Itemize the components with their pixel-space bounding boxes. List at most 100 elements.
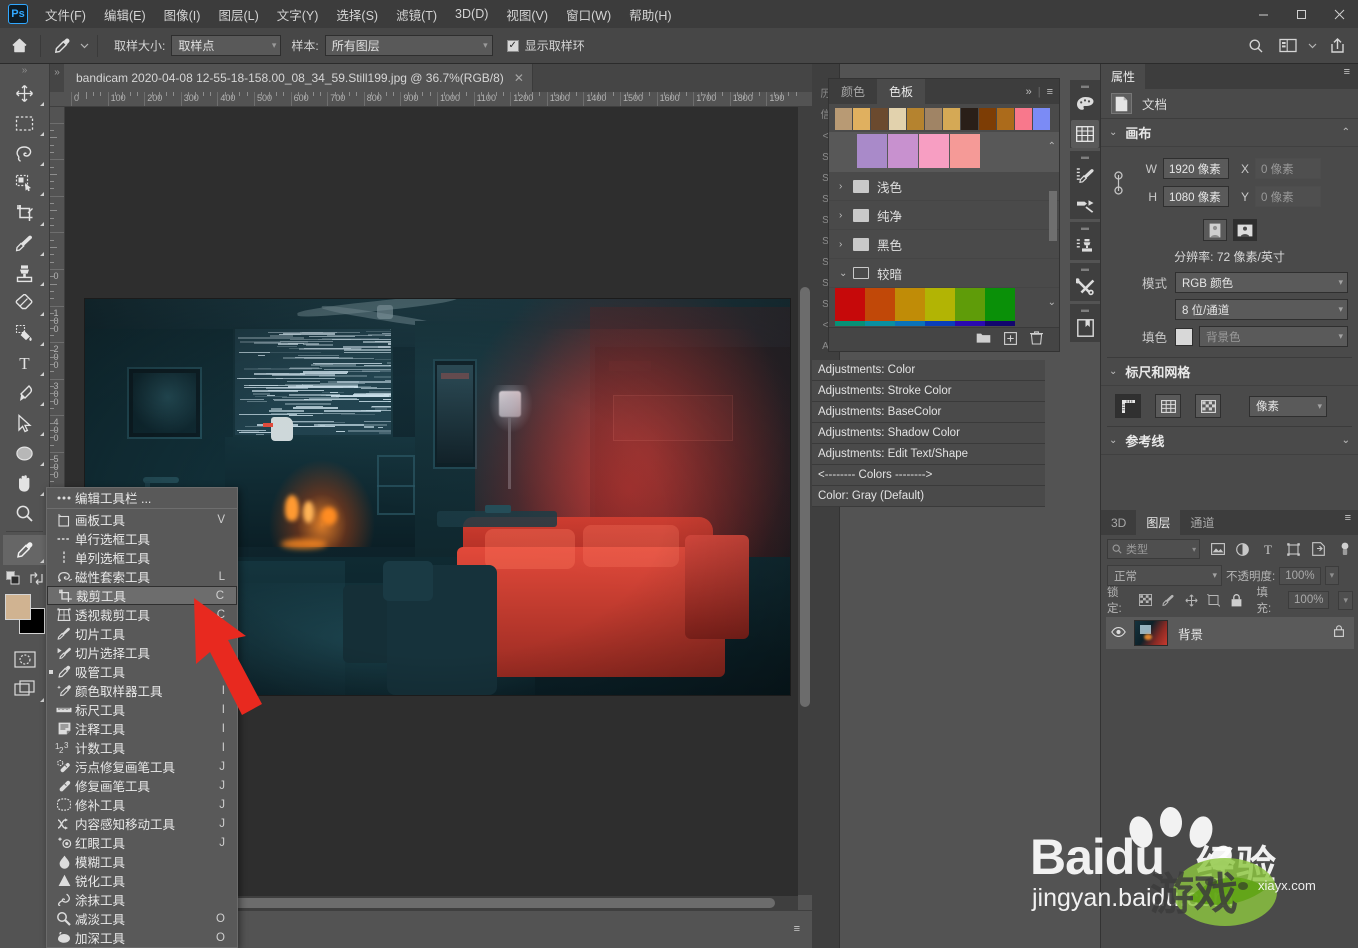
swatch-chip[interactable] [895,321,925,326]
swatch-group-pure[interactable]: › 纯净 [829,201,1059,230]
share-icon[interactable] [1322,31,1352,61]
scroll-down-icon[interactable]: ⌄ [1342,435,1350,446]
guides-section-header[interactable]: ⌄ 参考线 ⌄ [1101,427,1358,455]
delete-icon[interactable] [1030,331,1043,348]
scroll-down-icon[interactable]: ⌄ [1048,297,1056,308]
flyout-item-blur-icon[interactable]: 模糊工具 [47,852,237,871]
opacity-value[interactable]: 100% [1279,567,1320,585]
rail-grip[interactable]: ▬ [1070,224,1100,232]
flyout-item-spot-healing-brush-icon[interactable]: 污点修复画笔工具 J [47,757,237,776]
fill-color-swatch[interactable] [1175,328,1193,346]
tool-preset-chevron-icon[interactable] [77,31,91,61]
swatch-chip[interactable] [895,288,925,321]
swatch-chip[interactable] [853,108,870,130]
lock-all-icon[interactable] [1230,594,1244,607]
swatch-chip[interactable] [979,108,996,130]
menu-filter[interactable]: 滤镜(T) [387,1,446,28]
swatch-group-darker[interactable]: ⌄ 较暗 [829,259,1059,288]
tab-swatches[interactable]: 色板 [877,79,925,104]
swatch-chip[interactable] [888,134,918,168]
scroll-up-icon[interactable]: ⌃ [1342,127,1350,138]
swatch-chip[interactable] [865,288,895,321]
tab-properties[interactable]: 属性 [1101,64,1145,89]
lock-image-icon[interactable] [1161,594,1175,607]
lock-position-icon[interactable] [1184,594,1198,607]
list-item[interactable]: Adjustments: Edit Text/Shape [812,444,1045,465]
darker-swatch-row-1[interactable] [829,288,1059,321]
status-menu-icon[interactable]: ≡ [794,927,800,931]
horizontal-ruler[interactable]: 0 100 200 300 400 500 600 700 800 900 1000 1100 1200… [50,92,812,107]
blend-mode-select[interactable]: 正常 ▾ [1107,565,1222,586]
show-sampling-ring-checkbox[interactable]: ✓ 显示取样环 [507,37,585,54]
fill-value[interactable]: 100% [1288,591,1329,609]
recent-swatches-row-2[interactable] [829,132,1059,172]
menu-file[interactable]: 文件(F) [36,1,95,28]
height-input[interactable]: 1080 像素 [1163,186,1229,207]
ellipse-shape-tool[interactable] [3,438,47,468]
swatch-chip[interactable] [961,108,978,130]
left-dock-collapse-icon[interactable]: » [50,64,64,92]
swatch-chip[interactable] [950,134,980,168]
close-icon[interactable]: ✕ [514,71,524,85]
fill-stepper-icon[interactable]: ▾ [1338,591,1353,610]
brushes-icon[interactable] [1071,191,1099,219]
list-item[interactable]: <-------- Colors --------> [812,465,1045,486]
menu-type[interactable]: 文字(Y) [268,1,328,28]
swatch-chip[interactable] [925,288,955,321]
flyout-item-content-aware-move-icon[interactable]: 内容感知移动工具 J [47,814,237,833]
panel-menu-icon[interactable]: ≡ [1047,86,1053,98]
swatch-chip[interactable] [857,134,887,168]
fill-select[interactable]: 背景色 ▾ [1199,326,1348,347]
flyout-item-artboard-icon[interactable]: 画板工具 V [47,510,237,529]
vertical-scrollbar-thumb[interactable] [800,287,810,707]
document-tab[interactable]: bandicam 2020-04-08 12-55-18-158.00_08_3… [64,64,533,92]
flyout-item-single-column-marquee-icon[interactable]: 单列选框工具 [47,548,237,567]
chevron-down-icon-3[interactable] [1305,31,1320,61]
tab-channels[interactable]: 通道 [1180,510,1224,535]
scroll-up-icon[interactable]: ⌃ [1048,141,1056,152]
menu-3d[interactable]: 3D(D) [446,3,497,25]
swatch-chip[interactable] [1015,108,1032,130]
swatch-chip[interactable] [835,321,865,326]
bit-depth-select[interactable]: 8 位/通道 ▾ [1175,299,1348,320]
menu-window[interactable]: 窗口(W) [557,1,620,28]
width-input[interactable]: 1920 像素 [1163,158,1229,179]
darker-swatch-row-2[interactable] [829,321,1059,326]
quick-mask-icon[interactable] [3,644,47,674]
tab-3d[interactable]: 3D [1101,510,1136,535]
tab-color[interactable]: 颜色 [829,79,877,104]
rectangular-marquee-tool[interactable] [3,108,47,138]
flyout-item-single-row-marquee-icon[interactable]: 单行选框工具 [47,529,237,548]
move-tool[interactable] [3,78,47,108]
type-filter-icon[interactable]: T [1260,543,1275,556]
swatch-chip[interactable] [1033,108,1050,130]
swatch-group-light[interactable]: › 浅色 [829,172,1059,201]
list-item[interactable]: Adjustments: Color [812,360,1045,381]
portrait-icon[interactable] [1203,219,1227,241]
list-item[interactable]: Adjustments: BaseColor [812,402,1045,423]
rail-grip[interactable]: ▬ [1070,153,1100,161]
flyout-item-burn-icon[interactable]: 加深工具 O [47,928,237,947]
shape-filter-icon[interactable] [1286,543,1301,556]
layers-panel-menu-icon[interactable]: ≡ [1345,516,1351,520]
flyout-item-healing-brush-icon[interactable]: 修复画笔工具 J [47,776,237,795]
rail-grip[interactable]: ▬ [1070,306,1100,314]
flyout-item-smudge-icon[interactable]: 涂抹工具 [47,890,237,909]
brush-settings-icon[interactable] [1071,161,1099,189]
swatch-chip[interactable] [985,288,1015,321]
screen-mode-icon[interactable] [3,674,47,704]
menu-edit[interactable]: 编辑(E) [95,1,155,28]
brush-tool[interactable] [3,228,47,258]
menu-view[interactable]: 视图(V) [497,1,557,28]
swatch-chip[interactable] [871,108,888,130]
menu-layer[interactable]: 图层(L) [209,1,267,28]
smart-object-filter-icon[interactable] [1311,542,1326,556]
clone-stamp-tool[interactable] [3,258,47,288]
toolbar-grip[interactable]: » [0,64,49,78]
maximize-button[interactable] [1282,0,1320,28]
flyout-item-patch-icon[interactable]: 修补工具 J [47,795,237,814]
zoom-tool[interactable] [3,498,47,528]
color-mode-select[interactable]: RGB 颜色 ▾ [1175,272,1348,293]
swatch-chip[interactable] [865,321,895,326]
new-group-icon[interactable] [976,332,991,347]
